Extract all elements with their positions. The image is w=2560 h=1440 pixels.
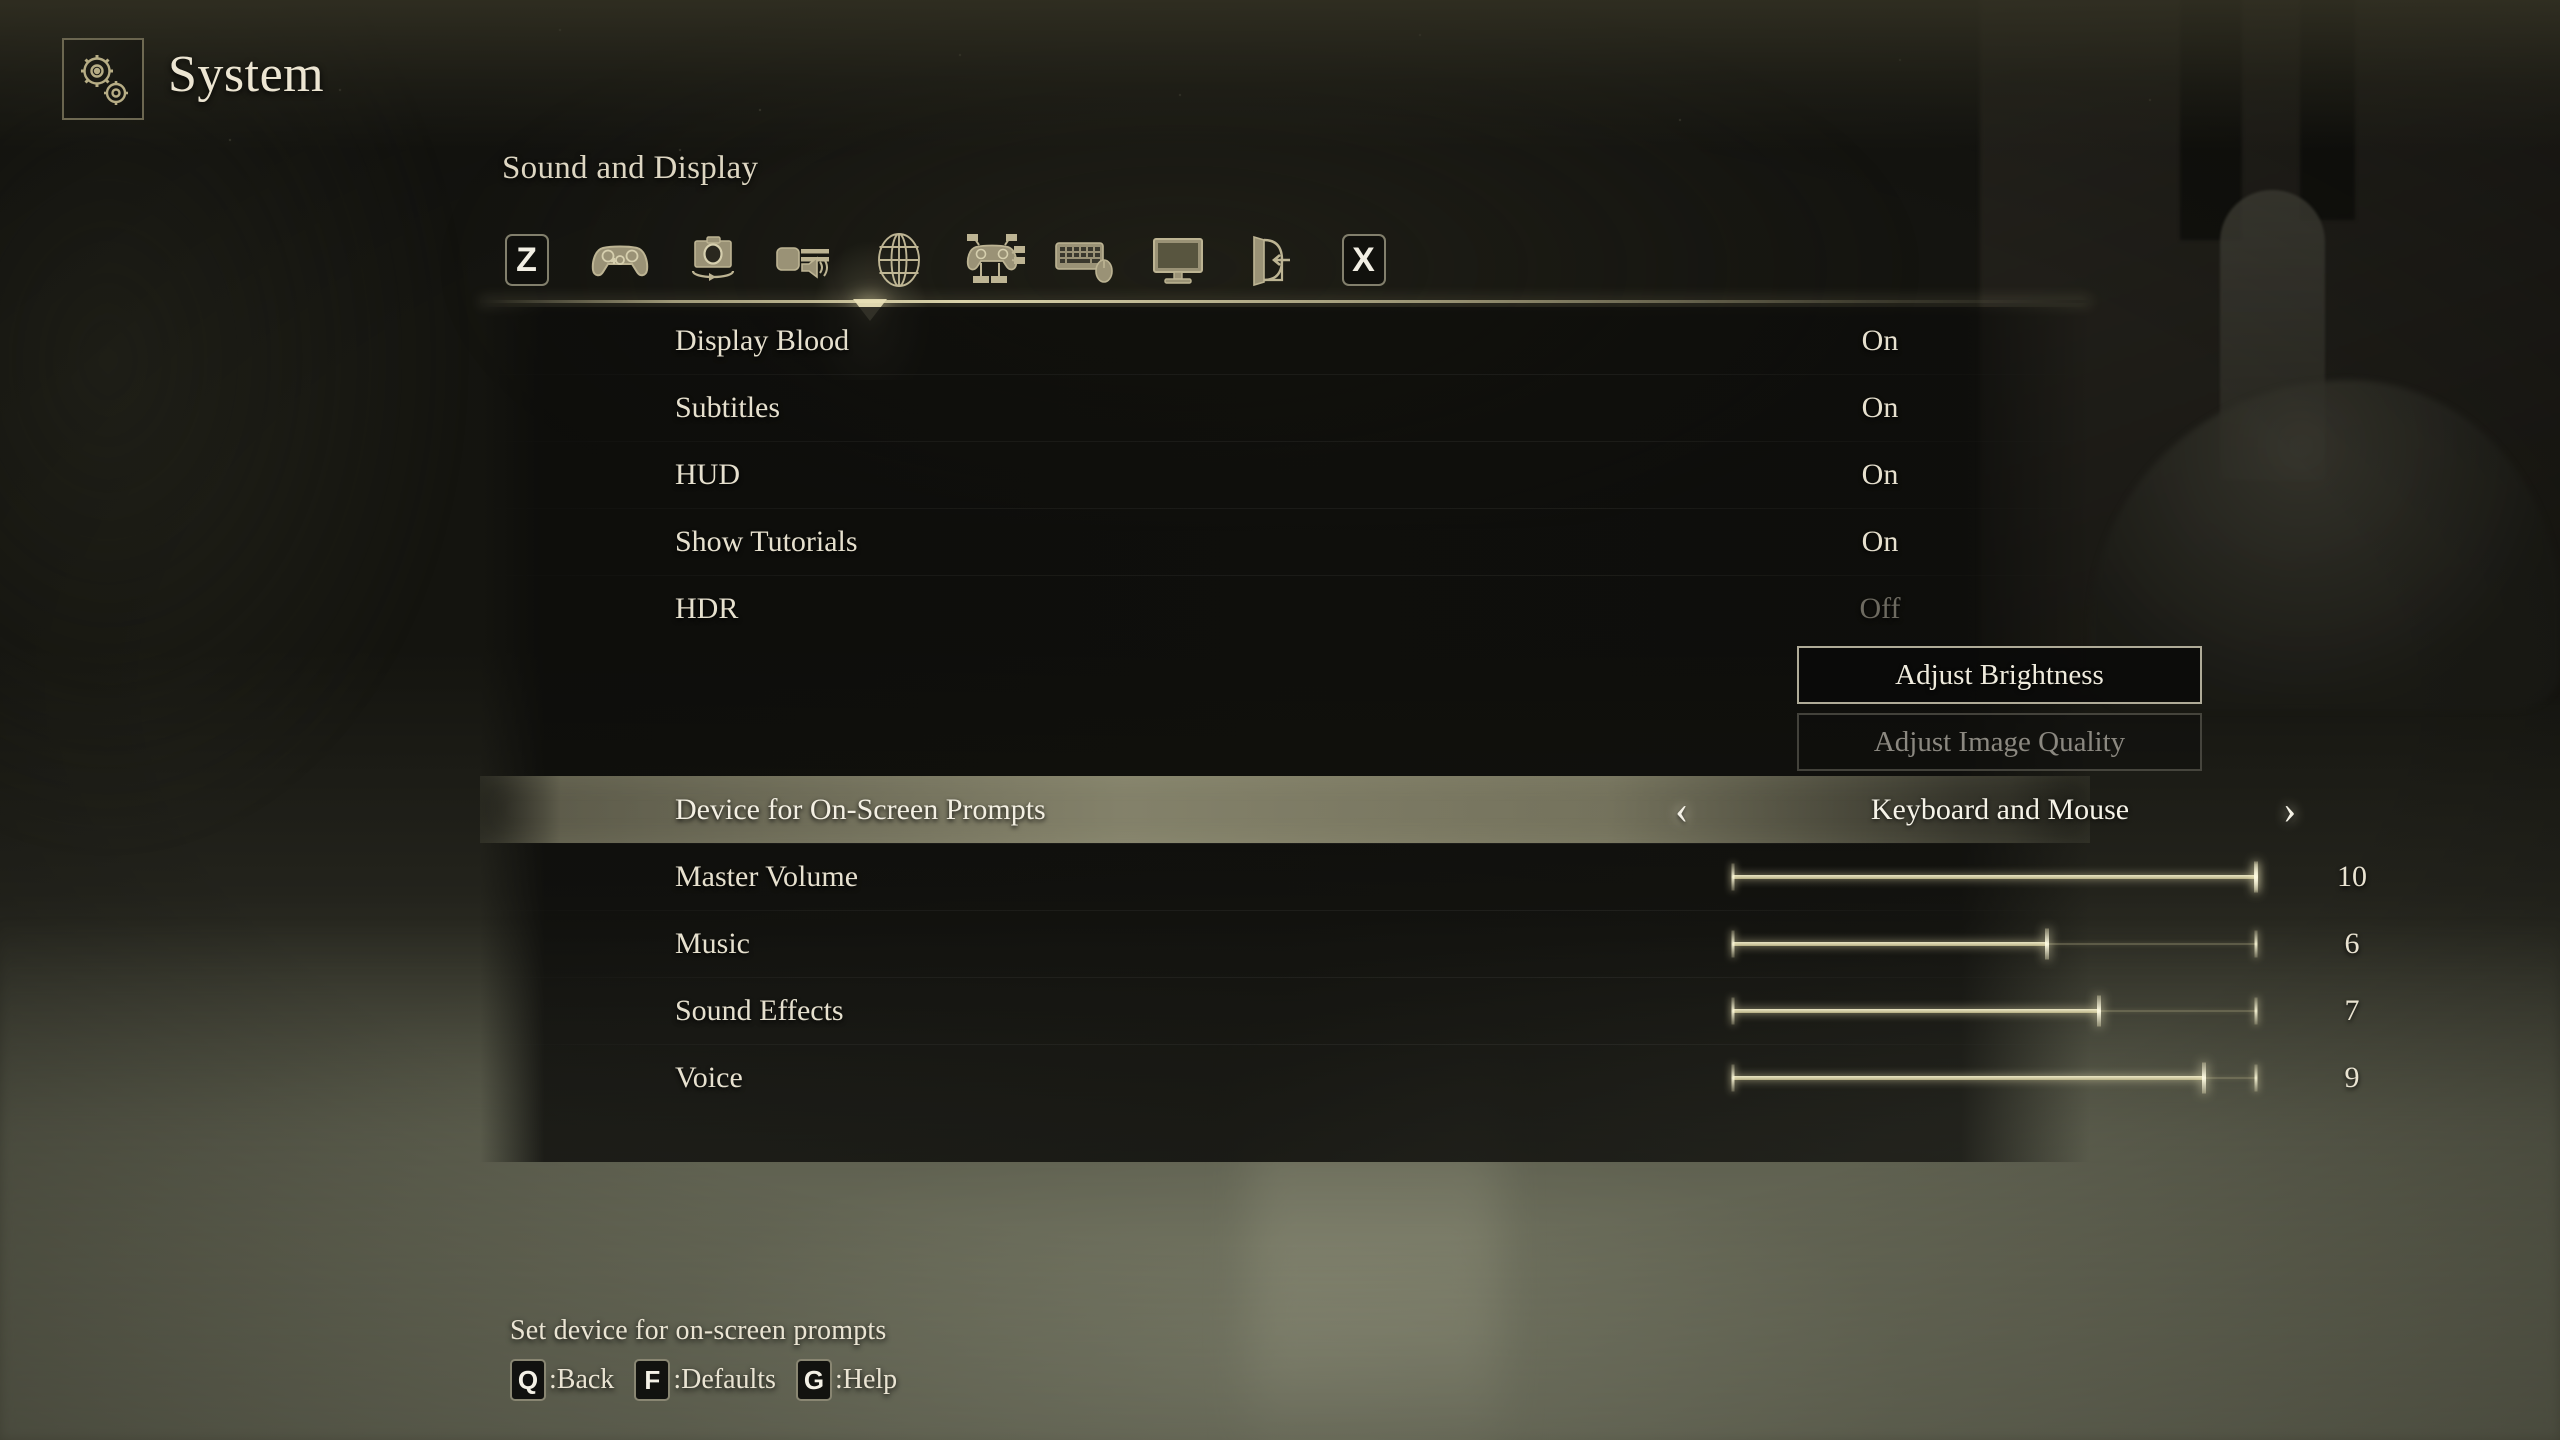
adjust-brightness-button[interactable]: Adjust Brightness (1797, 646, 2202, 704)
tab-camera[interactable] (666, 216, 759, 304)
slider-fill (1733, 941, 2047, 946)
camera-rotate-icon (683, 233, 743, 287)
tab-key-x[interactable]: X (1317, 216, 1410, 304)
adjust-image-quality-button: Adjust Image Quality (1797, 713, 2202, 771)
context-description: Set device for on-screen prompts (510, 1315, 887, 1346)
tab-sound-display[interactable] (759, 216, 852, 304)
slider-start-cap (1731, 1064, 1735, 1091)
exit-door-icon (1244, 233, 1298, 287)
setting-value[interactable]: On (1862, 324, 1899, 358)
slider-value: 9 (2344, 1060, 2360, 1094)
slider-start-cap (1731, 863, 1735, 890)
voice-slider[interactable] (1731, 1062, 2258, 1093)
setting-row-device-for-prompts[interactable]: Device for On-Screen Prompts ‹ Keyboard … (480, 776, 2296, 843)
slider-value: 7 (2344, 993, 2360, 1027)
setting-row-show-tutorials[interactable]: Show Tutorials On (480, 508, 2090, 575)
page-title: System (168, 46, 325, 103)
setting-label: Sound Effects (675, 993, 844, 1027)
key-g-label: :Help (834, 1364, 898, 1395)
tab-graphics[interactable] (1131, 216, 1224, 304)
setting-label: Display Blood (675, 323, 850, 357)
tab-controller-settings[interactable] (945, 216, 1038, 304)
setting-label: Subtitles (675, 390, 781, 424)
slider-knob[interactable] (2254, 861, 2258, 892)
setting-label: HDR (675, 591, 739, 625)
monitor-icon (1149, 235, 1207, 285)
slider-fill (1733, 1008, 2100, 1013)
setting-value[interactable]: On (1862, 525, 1899, 559)
setting-label: Master Volume (675, 859, 859, 893)
setting-value: Keyboard and Mouse (1870, 792, 2130, 826)
setting-value: Off (1859, 591, 1901, 625)
key-f-label: :Defaults (673, 1364, 776, 1395)
tab-network[interactable] (852, 216, 945, 304)
setting-label: Voice (675, 1060, 743, 1094)
key-g-icon[interactable]: G (795, 1359, 832, 1401)
sound-effects-slider[interactable] (1731, 995, 2258, 1026)
slider-value: 10 (2337, 859, 2367, 893)
globe-icon (873, 231, 925, 289)
tab-key-z[interactable]: Z (480, 216, 573, 304)
settings-tab-bar[interactable]: Z X (480, 215, 2080, 305)
slider-start-cap (1731, 930, 1735, 957)
chevron-left-icon[interactable]: ‹ (1675, 789, 1688, 830)
slider-knob[interactable] (2044, 928, 2049, 959)
setting-label: Music (675, 926, 750, 960)
setting-row-music[interactable]: Music 6 (480, 910, 2360, 977)
slider-end-cap (2254, 997, 2258, 1024)
tab-controller[interactable] (573, 216, 666, 304)
settings-panel: Display Blood On Subtitles On HUD On Sho… (480, 307, 2367, 1162)
setting-row-voice[interactable]: Voice 9 (480, 1044, 2360, 1111)
setting-label: HUD (675, 457, 740, 491)
tab-divider (480, 300, 2090, 303)
gamepad-config-icon (959, 233, 1025, 287)
slider-fill (1733, 1075, 2204, 1080)
slider-end-cap (2254, 930, 2258, 957)
setting-label: Device for On-Screen Prompts (675, 792, 1046, 826)
key-hints: Q :Back F :Defaults G :Help (510, 1359, 917, 1401)
footer-help: Set device for on-screen prompts Q :Back… (510, 1315, 917, 1401)
page-header: System (0, 0, 2560, 150)
key-q-label: :Back (549, 1364, 615, 1395)
setting-row-hdr: HDR Off (480, 575, 2090, 642)
tab-exit-game[interactable] (1224, 216, 1317, 304)
keyboard-mouse-icon (1053, 235, 1117, 285)
chevron-right-icon[interactable]: › (2283, 789, 2296, 830)
setting-row-display-blood[interactable]: Display Blood On (480, 307, 2090, 374)
setting-value[interactable]: On (1862, 458, 1899, 492)
slider-value: 6 (2344, 926, 2360, 960)
setting-row-sound-effects[interactable]: Sound Effects 7 (480, 977, 2360, 1044)
music-slider[interactable] (1731, 928, 2258, 959)
section-subtitle: Sound and Display (502, 150, 759, 186)
header-backdrop (0, 0, 2560, 150)
key-q-icon[interactable]: Q (510, 1359, 546, 1401)
master-volume-slider[interactable] (1731, 861, 2258, 892)
slider-start-cap (1731, 997, 1735, 1024)
key-f-icon[interactable]: F (634, 1359, 671, 1401)
setting-label: Show Tutorials (675, 524, 858, 558)
gears-icon (62, 38, 144, 120)
setting-value[interactable]: On (1862, 391, 1899, 425)
setting-row-master-volume[interactable]: Master Volume 10 (480, 843, 2367, 910)
setting-row-subtitles[interactable]: Subtitles On (480, 374, 2090, 441)
gamepad-icon (589, 236, 651, 284)
setting-row-adjust-brightness[interactable]: Adjust Brightness (480, 642, 2202, 709)
setting-row-adjust-image-quality: Adjust Image Quality (480, 709, 2202, 776)
sound-display-icon (774, 236, 838, 284)
slider-knob[interactable] (2201, 1062, 2206, 1093)
slider-end-cap (2254, 1064, 2258, 1091)
slider-knob[interactable] (2097, 995, 2102, 1026)
slider-fill (1733, 874, 2256, 879)
key-z-icon[interactable]: Z (504, 234, 549, 286)
key-x-icon[interactable]: X (1341, 234, 1386, 286)
tab-keyboard-mouse[interactable] (1038, 216, 1131, 304)
setting-row-hud[interactable]: HUD On (480, 441, 2090, 508)
